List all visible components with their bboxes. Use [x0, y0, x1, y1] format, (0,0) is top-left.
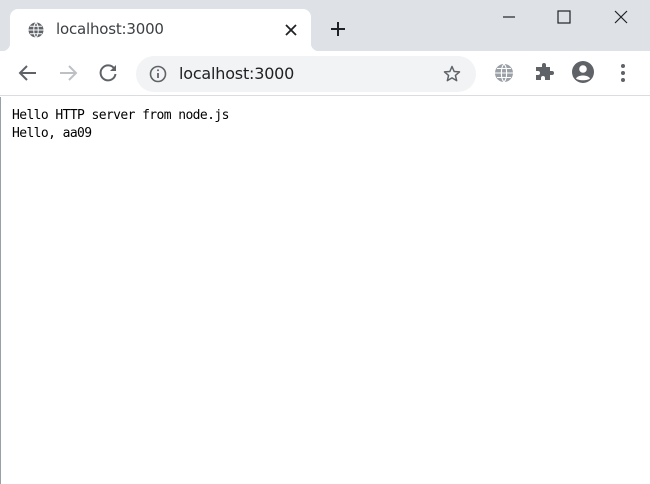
address-bar[interactable]: localhost:3000 [136, 56, 476, 92]
close-window-icon [614, 10, 628, 24]
plus-icon[interactable] [328, 19, 348, 39]
puzzle-icon[interactable] [532, 61, 556, 85]
account-icon[interactable] [571, 60, 595, 84]
minimize-icon [503, 16, 515, 18]
close-icon[interactable] [282, 21, 300, 39]
forward-arrow-icon[interactable] [56, 61, 80, 85]
response-line-1: Hello HTTP server from node.js [12, 108, 229, 123]
info-icon[interactable] [149, 65, 167, 83]
response-text: Hello HTTP server from node.js Hello, aa0… [12, 107, 229, 143]
globe-extension-icon[interactable] [492, 61, 516, 85]
tab-strip: localhost:3000 [0, 0, 650, 51]
tab-localhost[interactable]: localhost:3000 [2, 9, 319, 51]
maximize-icon [557, 10, 571, 24]
reload-icon[interactable] [96, 61, 120, 85]
back-arrow-icon[interactable] [16, 61, 40, 85]
browser-toolbar: localhost:3000 [0, 51, 650, 96]
tab-title: localhost:3000 [56, 20, 164, 38]
response-line-2: Hello, aa09 [12, 126, 92, 141]
close-window-button[interactable] [598, 0, 644, 34]
page-content: Hello HTTP server from node.js Hello, aa0… [0, 97, 650, 484]
star-icon[interactable] [442, 64, 462, 84]
maximize-button[interactable] [541, 0, 587, 34]
url-text[interactable]: localhost:3000 [179, 64, 294, 83]
globe-icon [28, 22, 44, 38]
more-vert-icon[interactable] [611, 61, 635, 85]
minimize-button[interactable] [486, 0, 532, 34]
